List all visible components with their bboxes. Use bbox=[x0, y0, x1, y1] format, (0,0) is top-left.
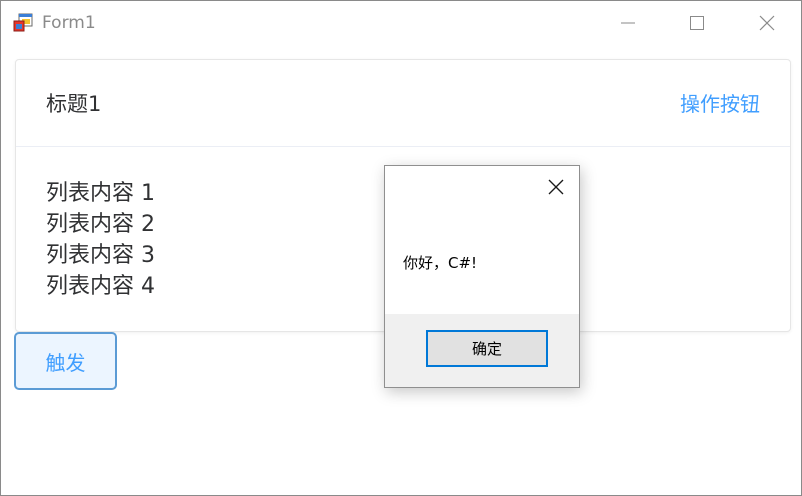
maximize-icon bbox=[690, 16, 704, 30]
minimize-icon bbox=[621, 16, 635, 30]
message-box-footer: 确定 bbox=[385, 314, 579, 387]
maximize-button[interactable] bbox=[674, 1, 720, 45]
card-title: 标题1 bbox=[46, 92, 102, 116]
list-item: 列表内容 3 bbox=[46, 243, 155, 268]
minimize-button[interactable] bbox=[605, 1, 651, 45]
list-item: 列表内容 1 bbox=[46, 181, 155, 206]
list-item: 列表内容 2 bbox=[46, 212, 155, 237]
close-window-button[interactable] bbox=[744, 1, 790, 45]
close-icon bbox=[759, 15, 775, 31]
message-text: 你好，C#! bbox=[403, 254, 478, 272]
list-item: 列表内容 4 bbox=[46, 274, 155, 299]
card-list: 列表内容 1 列表内容 2 列表内容 3 列表内容 4 bbox=[46, 178, 155, 302]
title-bar[interactable]: Form1 bbox=[1, 1, 801, 45]
message-box-close-button[interactable] bbox=[539, 174, 573, 204]
ok-button[interactable]: 确定 bbox=[426, 330, 548, 367]
trigger-button[interactable]: 触发 bbox=[14, 332, 117, 390]
card-action-button[interactable]: 操作按钮 bbox=[680, 90, 760, 118]
window-title: Form1 bbox=[42, 13, 96, 33]
app-icon bbox=[13, 13, 33, 33]
message-box: 你好，C#! 确定 bbox=[384, 165, 580, 388]
card-header: 标题1 操作按钮 bbox=[16, 60, 790, 147]
close-icon bbox=[548, 179, 564, 199]
